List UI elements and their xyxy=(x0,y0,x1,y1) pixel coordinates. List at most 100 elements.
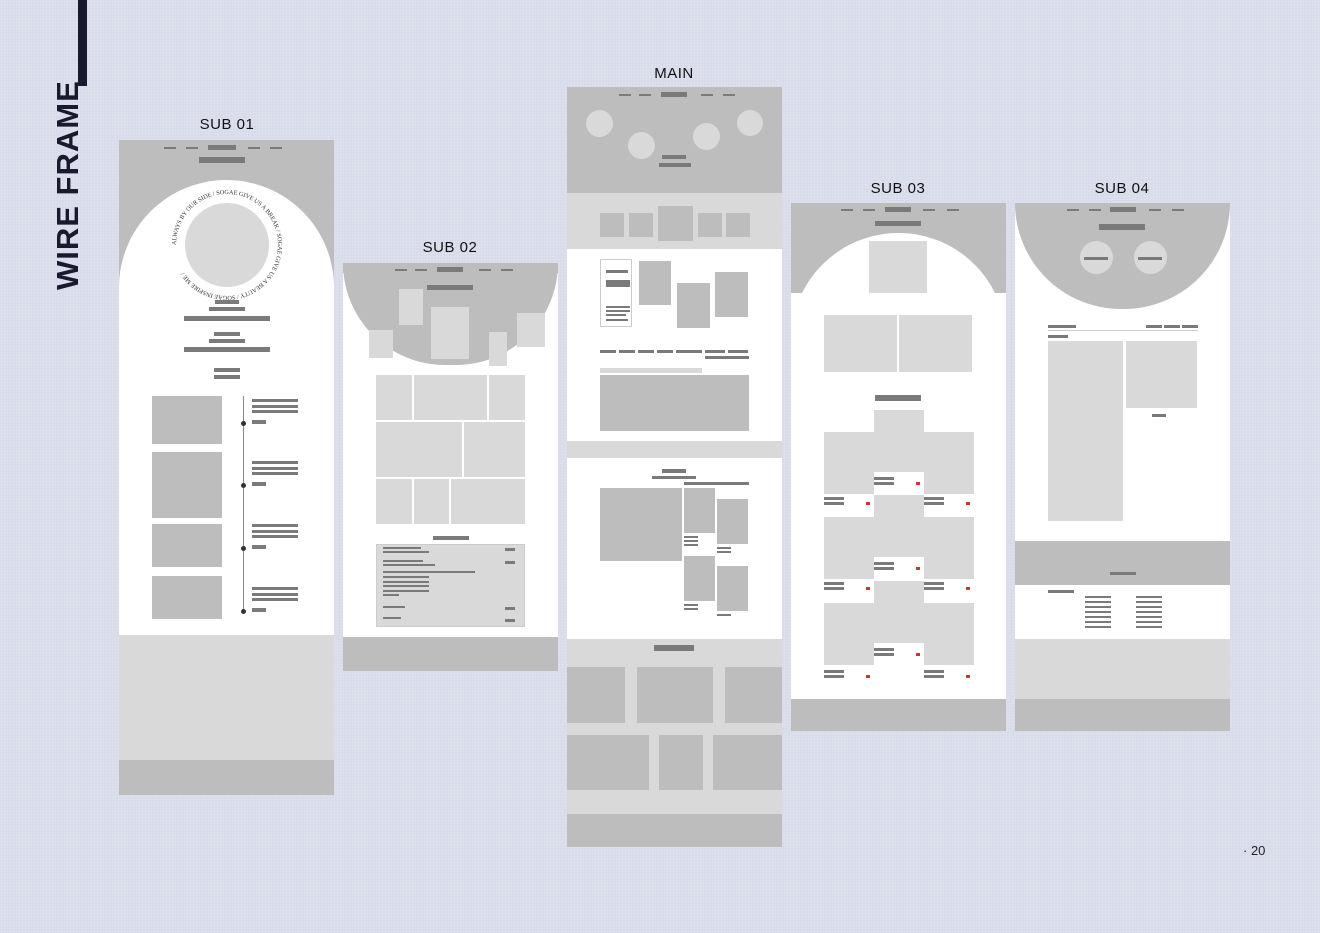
faq-toggle[interactable] xyxy=(505,548,515,551)
grid-image xyxy=(451,479,525,524)
nav-item xyxy=(619,94,631,96)
product-card-image[interactable] xyxy=(824,517,874,579)
category-tile[interactable] xyxy=(658,206,693,241)
card-text-bar xyxy=(824,587,844,590)
text-bar xyxy=(252,467,298,470)
heart-icon[interactable] xyxy=(916,482,920,485)
text-bar xyxy=(252,472,298,475)
heart-icon[interactable] xyxy=(966,502,970,505)
list-bar xyxy=(1136,611,1162,613)
product-image xyxy=(639,261,671,305)
text-bar xyxy=(606,280,630,287)
nav-item xyxy=(1089,209,1101,211)
text-bar xyxy=(252,461,298,464)
nav-item xyxy=(1149,209,1161,211)
heart-icon[interactable] xyxy=(866,587,870,590)
sub03-section-title xyxy=(875,395,921,401)
list-bar xyxy=(1136,626,1162,628)
product-card-image[interactable] xyxy=(874,581,924,643)
filter-tab[interactable] xyxy=(705,350,725,353)
category-tile[interactable] xyxy=(698,213,722,237)
page-number: · 20 xyxy=(1243,843,1266,858)
nav-logo xyxy=(661,92,687,97)
category-tile[interactable] xyxy=(629,213,653,237)
product-card-image[interactable] xyxy=(824,603,874,665)
feature-image xyxy=(717,499,748,544)
heart-icon[interactable] xyxy=(866,502,870,505)
product-image xyxy=(677,283,710,328)
product-card-image[interactable] xyxy=(924,603,974,665)
category-tile[interactable] xyxy=(726,213,750,237)
sub02-heading-bar xyxy=(427,285,473,290)
text-bar xyxy=(252,530,298,533)
product-card-image[interactable] xyxy=(924,517,974,579)
filter-tab[interactable] xyxy=(676,350,702,353)
category-tile[interactable] xyxy=(600,213,624,237)
sub02-frame xyxy=(343,263,558,671)
product-card-image[interactable] xyxy=(874,410,924,472)
faq-row-bar xyxy=(383,581,429,583)
faq-toggle[interactable] xyxy=(505,561,515,564)
hero-text-bar xyxy=(659,163,691,167)
sub03-footer xyxy=(791,699,1006,731)
nav-item xyxy=(501,269,513,271)
card-text-bar xyxy=(824,670,844,673)
text-bar xyxy=(209,339,245,343)
gallery-image xyxy=(725,667,782,723)
tab-strip xyxy=(600,368,702,373)
gallery-image xyxy=(637,667,713,723)
heart-icon[interactable] xyxy=(966,675,970,678)
faq-toggle[interactable] xyxy=(505,619,515,622)
text-bar xyxy=(717,614,731,616)
faq-row-bar xyxy=(383,606,405,608)
hero-circle xyxy=(737,110,763,136)
sub04-label: SUB 04 xyxy=(1094,180,1150,197)
nav-item xyxy=(270,147,282,149)
product-card-image[interactable] xyxy=(874,495,924,557)
hero-circle xyxy=(628,132,655,159)
ring-circle xyxy=(185,203,269,287)
text-bar xyxy=(684,544,698,546)
filter-tab[interactable] xyxy=(657,350,673,353)
heart-icon[interactable] xyxy=(916,567,920,570)
sub01-footer-area xyxy=(119,635,334,760)
filter-tab[interactable] xyxy=(638,350,654,353)
sub01-text-ring: ALWAYS BY OUR SIDE / SOGAE GIVE US A BRE… xyxy=(171,189,283,301)
text-bar xyxy=(1048,325,1076,328)
nav-item xyxy=(186,147,198,149)
text-bar xyxy=(606,310,630,312)
heart-icon[interactable] xyxy=(966,587,970,590)
card-text-bar xyxy=(874,567,894,570)
filter-tab[interactable] xyxy=(600,350,616,353)
heart-icon[interactable] xyxy=(866,675,870,678)
filter-tab[interactable] xyxy=(728,350,748,353)
grid-image xyxy=(376,479,412,524)
nav-item xyxy=(479,269,491,271)
grid-image xyxy=(464,422,525,477)
text-bar xyxy=(252,405,298,408)
text-bar xyxy=(214,368,240,372)
faq-row-bar xyxy=(383,594,399,596)
list-bar xyxy=(1136,621,1162,623)
faq-toggle[interactable] xyxy=(505,607,515,610)
product-card-image[interactable] xyxy=(924,432,974,494)
feature-banner xyxy=(600,375,749,431)
timeline-dot xyxy=(241,483,246,488)
gallery-title-bar xyxy=(654,645,694,651)
product-card-image[interactable] xyxy=(824,432,874,494)
list-bar xyxy=(1085,596,1111,598)
card-text-bar xyxy=(824,502,844,505)
hero-circle xyxy=(693,123,720,150)
sub04-heading-bar xyxy=(1099,224,1145,230)
heart-icon[interactable] xyxy=(916,653,920,656)
sub03-label: SUB 03 xyxy=(870,180,926,197)
card-text-bar xyxy=(924,675,944,678)
main-hero xyxy=(567,87,782,193)
sub02-label: SUB 02 xyxy=(422,239,478,256)
sub01-frame: ALWAYS BY OUR SIDE / SOGAE GIVE US A BRE… xyxy=(119,140,334,795)
filter-tab[interactable] xyxy=(619,350,635,353)
grid-image xyxy=(414,479,449,524)
faq-row-bar xyxy=(383,585,429,587)
list-bar xyxy=(1136,606,1162,608)
text-bar xyxy=(606,306,630,308)
